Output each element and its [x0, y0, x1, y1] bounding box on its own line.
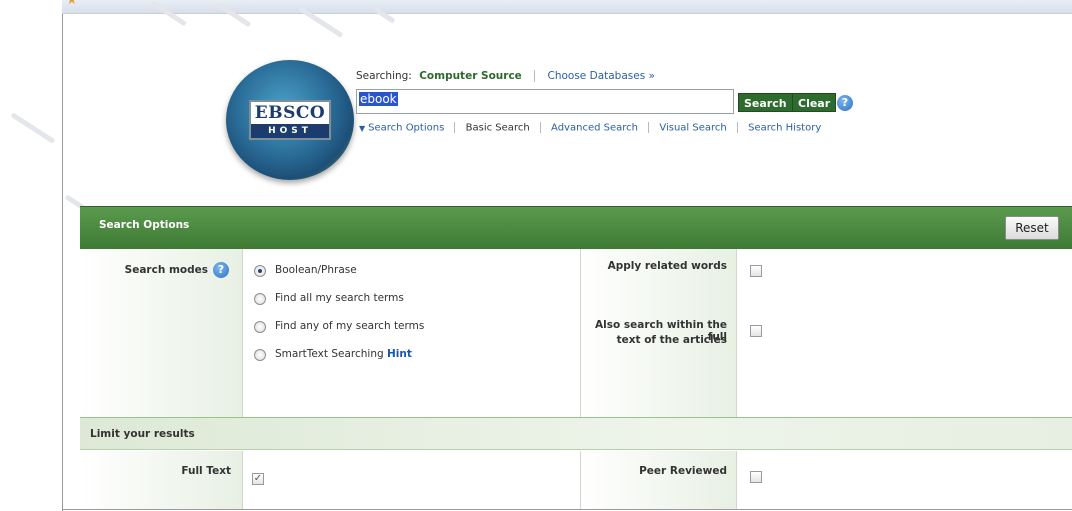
label-column-bg	[581, 451, 736, 509]
limit-results-title: Limit your results	[90, 428, 195, 440]
peer-reviewed-checkbox[interactable]	[750, 471, 762, 483]
full-text-checkbox[interactable]: ✓	[252, 473, 264, 485]
mode-boolean-phrase: Boolean/Phrase	[275, 264, 357, 276]
database-name: Computer Source	[419, 70, 522, 82]
frame-border-bottom	[62, 509, 1072, 510]
search-options-link[interactable]: Search Options	[368, 123, 444, 134]
help-icon[interactable]: ?	[837, 95, 853, 111]
full-text-label: Full Text	[181, 465, 231, 477]
radio-smarttext[interactable]	[254, 349, 266, 361]
watermark-dash	[10, 112, 56, 144]
search-button[interactable]: Search	[738, 93, 793, 112]
frame-border-left	[62, 14, 63, 511]
searching-label: Searching:	[356, 70, 412, 82]
column-divider	[242, 249, 243, 417]
search-modes-help-icon[interactable]: ?	[213, 262, 229, 278]
mode-smarttext-label: SmartText Searching	[275, 348, 384, 360]
clear-button[interactable]: Clear	[792, 93, 837, 112]
apply-related-words-checkbox[interactable]	[750, 265, 762, 277]
divider	[648, 122, 650, 133]
mode-find-all-terms: Find all my search terms	[275, 292, 404, 304]
search-modes-label: Search modes	[124, 264, 208, 276]
search-options-title: Search Options	[99, 219, 190, 231]
divider	[454, 122, 456, 133]
column-divider	[580, 451, 581, 509]
divider	[736, 122, 738, 133]
logo-plate: EBSCO HOST	[249, 100, 331, 140]
column-divider	[736, 249, 737, 417]
column-divider	[242, 451, 243, 509]
browser-toolbar-strip	[62, 0, 1072, 14]
mode-smarttext: SmartText Searching Hint	[275, 348, 412, 360]
ebsco-host-logo[interactable]: EBSCO HOST	[226, 60, 354, 180]
search-options-header	[80, 206, 1072, 249]
apply-related-words-label: Apply related words	[607, 260, 727, 272]
basic-search-link[interactable]: Basic Search	[466, 123, 530, 134]
divider	[539, 122, 541, 133]
peer-reviewed-label: Peer Reviewed	[639, 465, 727, 477]
fulltext-search-checkbox[interactable]	[750, 325, 762, 337]
searching-line: Searching: Computer Source Choose Databa…	[356, 70, 655, 82]
radio-find-any-terms[interactable]	[254, 321, 266, 333]
limit-results-bar	[80, 417, 1072, 450]
visual-search-link[interactable]: Visual Search	[659, 123, 726, 134]
column-divider	[736, 451, 737, 509]
choose-databases-link[interactable]: Choose Databases »	[548, 70, 655, 82]
search-input[interactable]: ebook	[356, 89, 734, 114]
mode-find-any-terms: Find any of my search terms	[275, 320, 425, 332]
search-links-bar: ▼ Search Options Basic Search Advanced Se…	[359, 122, 821, 134]
fulltext-search-label-line2: text of the articles	[616, 334, 727, 346]
favorites-star-icon[interactable]: ★	[66, 0, 78, 7]
label-column-bg	[80, 451, 242, 509]
logo-sub-text: HOST	[251, 124, 329, 138]
divider	[534, 70, 536, 82]
reset-button[interactable]: Reset	[1005, 216, 1059, 240]
radio-find-all-terms[interactable]	[254, 293, 266, 305]
radio-boolean-phrase[interactable]	[254, 265, 266, 277]
triangle-down-icon: ▼	[359, 123, 366, 133]
search-query-text: ebook	[359, 92, 398, 106]
advanced-search-link[interactable]: Advanced Search	[551, 123, 638, 134]
search-history-link[interactable]: Search History	[748, 123, 821, 134]
column-divider	[580, 249, 581, 417]
hint-link[interactable]: Hint	[387, 348, 412, 360]
logo-brand-text: EBSCO	[254, 103, 326, 123]
